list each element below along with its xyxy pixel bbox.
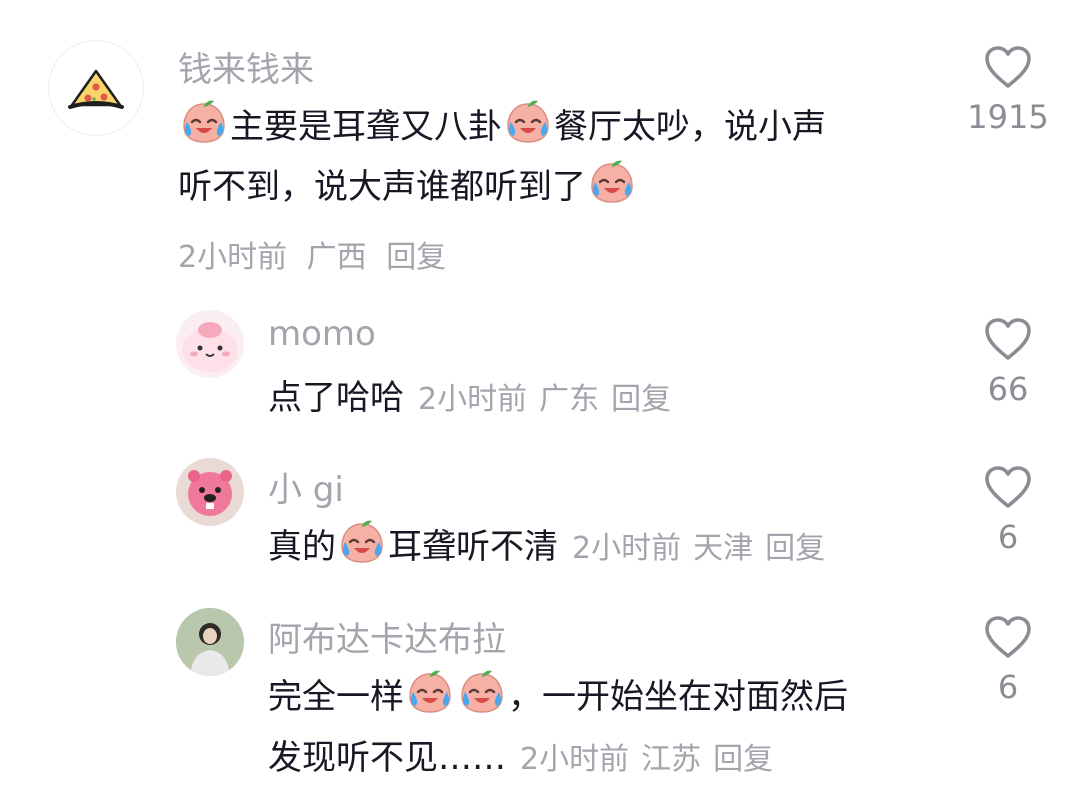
comment-text: 真的 耳聋听不清 2小时前 天津 回复 — [268, 518, 837, 577]
heart-outline-icon — [983, 316, 1033, 362]
reply-button[interactable]: 回复 — [713, 742, 773, 777]
comment-username[interactable]: 阿布达卡达布拉 — [268, 612, 506, 661]
like-button[interactable]: 6 — [948, 614, 1068, 706]
comment-time: 2小时前 — [418, 382, 528, 417]
crying-laughing-peach-emoji-icon — [338, 518, 386, 566]
crying-laughing-peach-emoji-icon — [458, 668, 506, 716]
crying-laughing-peach-emoji-icon — [588, 158, 636, 206]
like-count: 1915 — [967, 98, 1049, 136]
comment-username[interactable]: 钱来钱来 — [178, 42, 314, 91]
comment-text: 点了哈哈 2小时前 广东 回复 — [268, 378, 672, 418]
pink-beaver-loopy-icon — [188, 470, 232, 516]
like-count: 6 — [997, 668, 1019, 706]
pink-blob-character-icon — [182, 322, 238, 372]
avatar[interactable] — [176, 608, 244, 676]
comment-location: 天津 — [693, 531, 754, 566]
heart-outline-icon — [983, 614, 1033, 660]
heart-outline-icon — [983, 464, 1033, 510]
comment-text-line-2: 发现听不见…… 2小时前 江苏 回复 — [268, 738, 774, 778]
like-button[interactable]: 1915 — [948, 44, 1068, 136]
person-photo-icon — [176, 608, 244, 676]
avatar[interactable] — [48, 40, 144, 136]
comment-time: 2小时前 — [572, 531, 682, 566]
reply-button[interactable]: 回复 — [765, 531, 825, 566]
like-count: 6 — [997, 518, 1019, 556]
avatar[interactable] — [176, 458, 244, 526]
avatar[interactable] — [176, 310, 244, 378]
comment-text-line-1: 主要是耳聋又八卦 餐厅太吵，说小声 — [178, 98, 826, 155]
like-button[interactable]: 66 — [948, 316, 1068, 408]
crying-laughing-peach-emoji-icon — [180, 98, 228, 146]
reply-button[interactable]: 回复 — [611, 382, 671, 417]
like-count: 66 — [987, 370, 1029, 408]
comment-text-line-1: 完全一样 ，一开始坐在对面然后 — [268, 668, 848, 725]
heart-outline-icon — [983, 44, 1033, 90]
comment-text-line-2: 听不到，说大声谁都听到了 — [178, 158, 638, 215]
like-button[interactable]: 6 — [948, 464, 1068, 556]
reply-button[interactable]: 回复 — [386, 240, 446, 275]
comment-location: 广西 — [306, 240, 367, 275]
comment-time: 2小时前 — [178, 240, 288, 275]
crying-laughing-peach-emoji-icon — [504, 98, 552, 146]
comment-location: 江苏 — [641, 742, 702, 777]
comment-meta: 2小时前 广西 回复 — [178, 232, 446, 276]
crying-laughing-peach-emoji-icon — [406, 668, 454, 716]
comment-location: 广东 — [539, 382, 600, 417]
pizza-slice-icon — [68, 69, 124, 109]
comment-time: 2小时前 — [520, 742, 630, 777]
comment-username[interactable]: momo — [268, 314, 376, 354]
comment-username[interactable]: 小 gi — [268, 462, 344, 511]
